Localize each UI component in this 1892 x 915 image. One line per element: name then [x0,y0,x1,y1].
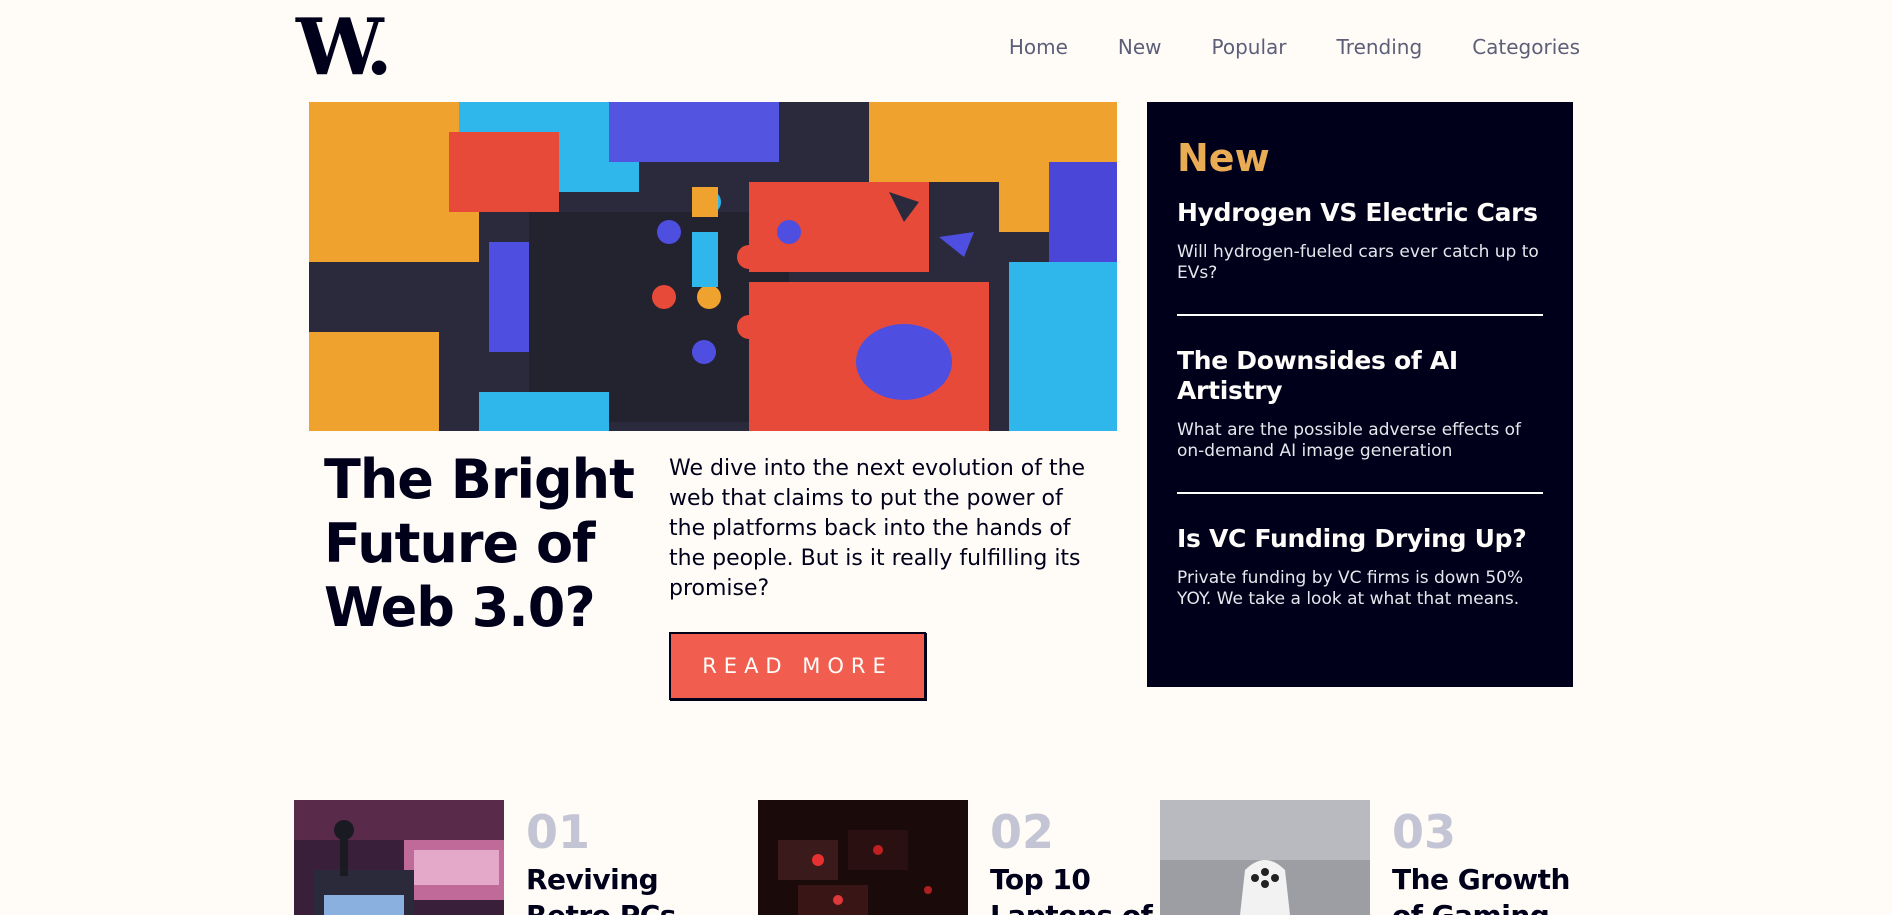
nav-new[interactable]: New [1118,34,1162,60]
article-thumbnail[interactable] [294,800,504,915]
new-article-summary: Private funding by VC firms is down 50% … [1177,568,1524,609]
hero-title[interactable]: The Bright Future of Web 3.0? [324,448,644,640]
new-article-summary: What are the possible adverse effects of… [1177,420,1522,461]
article-card[interactable]: 02 Top 10 Laptops of [758,800,1158,915]
new-article-title[interactable]: Is VC Funding Drying Up? [1177,524,1543,554]
hero-image [309,102,1117,431]
nav-popular[interactable]: Popular [1212,34,1287,60]
new-article-summary: Will hydrogen-fueled cars ever catch up … [1177,242,1539,283]
article-thumbnail[interactable] [1160,800,1370,915]
article-number: 02 [990,805,1055,859]
article-thumbnail[interactable] [758,800,968,915]
article-title[interactable]: The Growth of Gaming [1392,862,1592,915]
main-nav: Home New Popular Trending Categories [959,34,1580,60]
new-article-item[interactable]: Hydrogen VS Electric Cars Will hydrogen-… [1177,198,1543,316]
nav-trending[interactable]: Trending [1337,34,1423,60]
nav-home[interactable]: Home [1009,34,1068,60]
hero-description: We dive into the next evolution of the w… [669,456,1086,601]
site-logo[interactable]: W. [296,8,393,88]
new-article-item[interactable]: Is VC Funding Drying Up? Private funding… [1177,524,1543,640]
new-article-title[interactable]: The Downsides of AI Artistry [1177,346,1543,406]
new-article-title[interactable]: Hydrogen VS Electric Cars [1177,198,1543,228]
article-number: 01 [526,805,591,859]
new-panel-heading: New [1177,136,1270,180]
read-more-button[interactable]: READ MORE [669,632,926,700]
new-article-item[interactable]: The Downsides of AI Artistry What are th… [1177,346,1543,494]
nav-categories[interactable]: Categories [1472,34,1580,60]
article-number: 03 [1392,805,1457,859]
article-title[interactable]: Reviving Retro PCs [526,862,726,915]
new-articles-panel: New Hydrogen VS Electric Cars Will hydro… [1147,102,1573,687]
article-card[interactable]: 01 Reviving Retro PCs [294,800,734,915]
article-title[interactable]: Top 10 Laptops of [990,862,1158,915]
article-card[interactable]: 03 The Growth of Gaming [1160,800,1600,915]
